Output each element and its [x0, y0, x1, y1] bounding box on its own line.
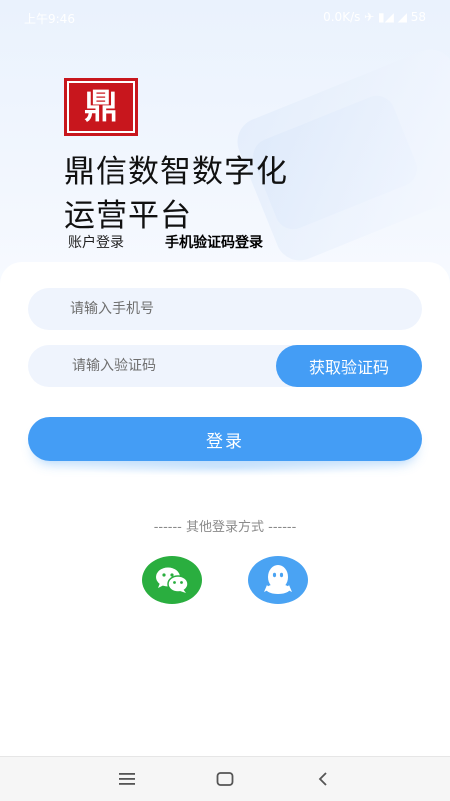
phone-input[interactable]	[28, 288, 422, 330]
home-icon	[216, 772, 234, 786]
page-title-line1: 鼎信数智数字化	[64, 154, 288, 190]
back-icon	[318, 772, 327, 786]
tab-sms-login[interactable]: 手机验证码登录	[165, 232, 263, 252]
phone-field-wrapper	[28, 288, 422, 330]
qq-login-button[interactable]	[248, 556, 308, 604]
status-bar: 上午9:46 0.0K/s ✈ ▮◢ ◢ 58	[0, 0, 450, 34]
get-code-button[interactable]: 获取验证码	[276, 345, 422, 387]
wechat-login-button[interactable]	[142, 556, 202, 604]
other-login-title: ------ 其他登录方式 ------	[153, 520, 297, 535]
system-nav-bar	[0, 756, 450, 801]
nav-back-button[interactable]	[311, 767, 335, 791]
tab-account-login[interactable]: 账户登录	[68, 232, 124, 252]
status-time: 上午9:46	[24, 12, 75, 26]
brand-logo: 鼎	[64, 78, 138, 136]
menu-icon	[119, 773, 135, 785]
code-input[interactable]	[28, 345, 278, 387]
login-button-shadow	[48, 458, 402, 476]
page-title: 鼎信数智数字化 运营平台	[64, 150, 384, 238]
code-field-wrapper: 获取验证码	[28, 345, 422, 387]
nav-home-button[interactable]	[213, 767, 237, 791]
login-button[interactable]: 登录	[28, 417, 422, 461]
brand-logo-glyph: 鼎	[67, 81, 135, 133]
status-indicators: 0.0K/s ✈ ▮◢ ◢ 58	[323, 10, 426, 24]
nav-menu-button[interactable]	[115, 767, 139, 791]
wechat-icon	[156, 567, 189, 593]
qq-icon	[264, 565, 292, 594]
